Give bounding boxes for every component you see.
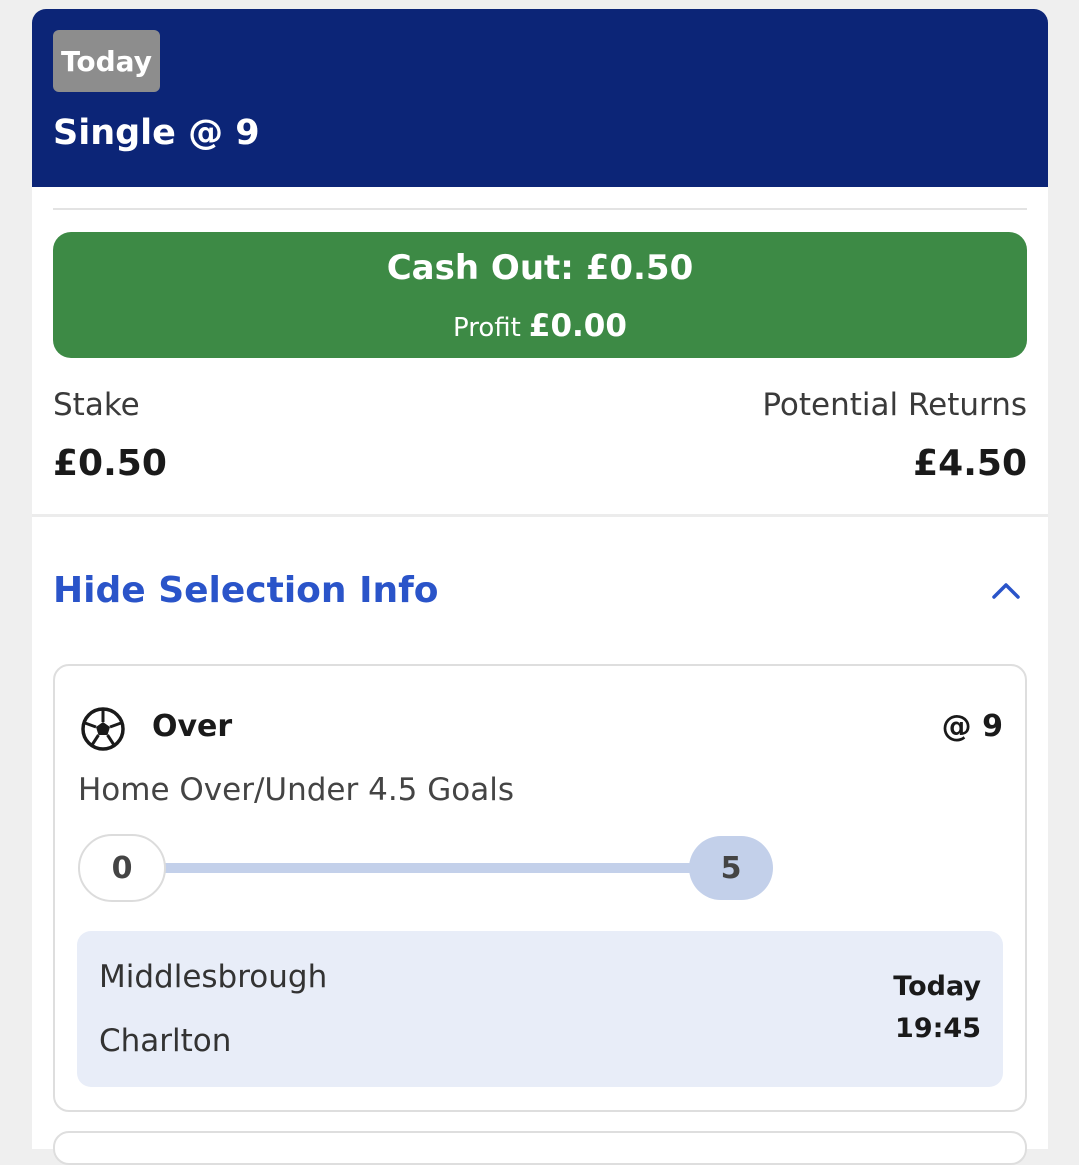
selection-odds: @ 9 xyxy=(941,709,1003,744)
market-name: Home Over/Under 4.5 Goals xyxy=(78,772,514,808)
stake-value: £0.50 xyxy=(53,443,167,484)
potential-returns-label: Potential Returns xyxy=(762,387,1027,423)
today-badge: Today xyxy=(53,30,160,92)
chevron-up-icon xyxy=(992,583,1020,599)
hide-selection-info-toggle[interactable]: Hide Selection Info xyxy=(53,564,1027,624)
cash-out-button[interactable]: Cash Out: £0.50 Profit £0.00 xyxy=(53,232,1027,358)
progress-track xyxy=(115,863,715,873)
potential-returns-value: £4.50 xyxy=(913,443,1027,484)
divider xyxy=(53,208,1027,210)
stake-label: Stake xyxy=(53,387,140,423)
divider xyxy=(32,514,1048,517)
bet-title: Single @ 9 xyxy=(53,113,260,153)
away-team: Charlton xyxy=(99,1023,232,1059)
selection-card: Over @ 9 Home Over/Under 4.5 Goals 0 5 M… xyxy=(53,664,1027,1112)
progress-target-value: 5 xyxy=(689,836,773,900)
event-time: 19:45 xyxy=(895,1013,981,1044)
cash-out-profit: Profit £0.00 xyxy=(53,308,1027,344)
hide-selection-info-label: Hide Selection Info xyxy=(53,570,439,611)
home-team: Middlesbrough xyxy=(99,959,328,995)
bet-card: Today Single @ 9 Cash Out: £0.50 Profit £… xyxy=(32,9,1048,1149)
cash-out-label: Cash Out: £0.50 xyxy=(386,248,694,288)
next-selection-card xyxy=(53,1131,1027,1165)
selection-name: Over xyxy=(152,709,233,744)
profit-value: £0.00 xyxy=(528,308,627,344)
event-info: Middlesbrough Charlton Today 19:45 xyxy=(77,931,1003,1087)
profit-label: Profit xyxy=(453,313,521,343)
bet-header: Today Single @ 9 xyxy=(32,9,1048,187)
football-icon xyxy=(81,707,125,751)
event-day: Today xyxy=(893,971,981,1002)
progress-start-value: 0 xyxy=(78,834,166,902)
